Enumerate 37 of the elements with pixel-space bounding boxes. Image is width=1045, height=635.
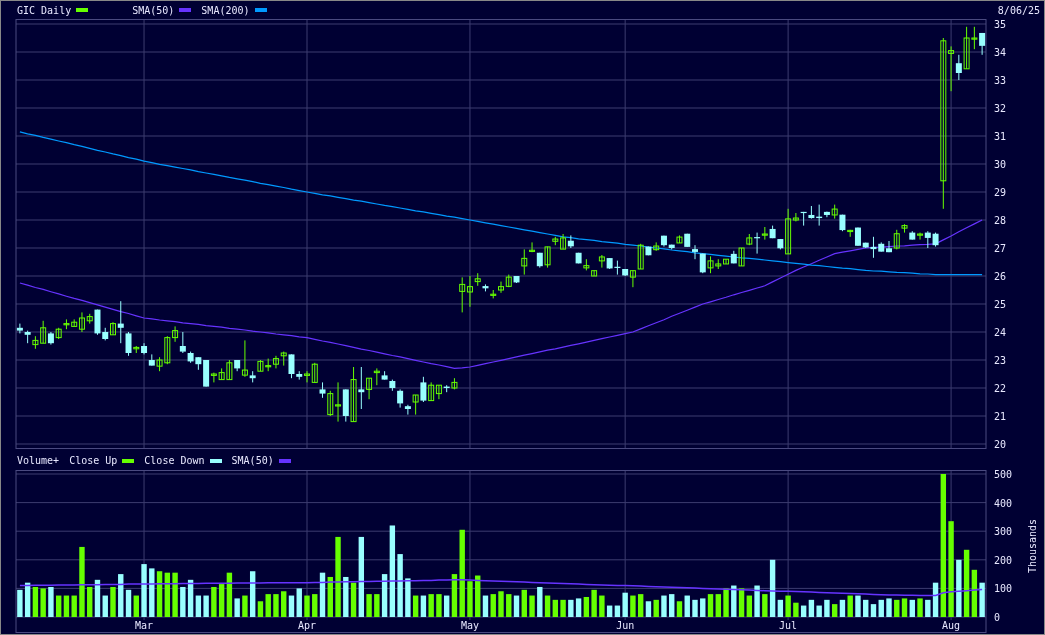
axis-label: 31 (994, 131, 1007, 142)
month-label: Mar (135, 619, 154, 631)
axis-title: Thousands (1027, 518, 1038, 573)
legend-label: Close Up (69, 455, 118, 467)
axis-label: 24 (994, 327, 1007, 338)
axis-label: 0 (994, 611, 1001, 623)
month-label: Jul (779, 619, 798, 631)
axis-label: 34 (994, 47, 1007, 58)
axis-label: 300 (994, 526, 1013, 538)
axis-label: 30 (994, 159, 1007, 170)
legend-label: Volume+ (17, 455, 60, 467)
legend-label: SMA(200) (201, 4, 250, 16)
axis-label: 28 (994, 215, 1007, 226)
month-label: Apr (297, 619, 317, 631)
axis-label: 22 (994, 383, 1007, 394)
axis-label: 32 (994, 103, 1007, 114)
axis-label: 29 (994, 187, 1007, 198)
chart-date: 8/06/25 (997, 4, 1040, 16)
axis-label: 200 (994, 554, 1013, 566)
axis-label: 27 (994, 243, 1007, 254)
axis-label: 35 (994, 19, 1007, 30)
legend-label: Close Down (144, 455, 205, 467)
axis-label: 20 (994, 439, 1007, 449)
axis-label: 26 (994, 271, 1007, 282)
axis-label: 21 (994, 411, 1007, 422)
legend-label: SMA(50) (132, 4, 175, 16)
axis-label: 23 (994, 355, 1007, 366)
month-label: May (460, 619, 479, 631)
legend-label: SMA(50) (231, 455, 274, 467)
axis-label: 400 (994, 497, 1013, 509)
month-label: Jun (616, 619, 635, 631)
axis-label: 33 (994, 75, 1007, 86)
legend-label: GIC Daily (17, 4, 72, 16)
month-label: Aug (942, 619, 961, 631)
axis-label: 25 (994, 299, 1007, 310)
axis-label: 500 (994, 469, 1013, 480)
axis-label: 100 (994, 583, 1013, 595)
